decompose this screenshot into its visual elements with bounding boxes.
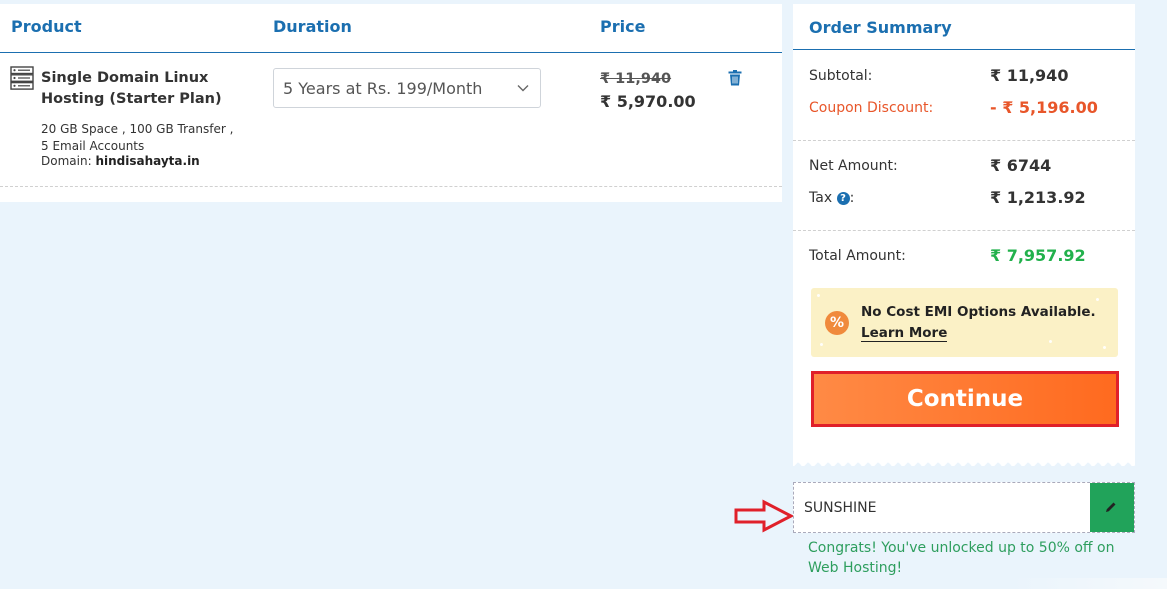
emi-text: No Cost EMI Options Available.: [861, 304, 1096, 320]
tax-label: Tax: [809, 190, 833, 206]
server-icon: [10, 66, 34, 90]
column-header-price: Price: [600, 17, 646, 36]
net-amount-label: Net Amount:: [809, 158, 898, 174]
column-header-duration: Duration: [273, 17, 352, 36]
current-price: ₹ 5,970.00: [600, 92, 696, 111]
learn-more-link[interactable]: Learn More: [861, 325, 948, 342]
percent-icon: %: [825, 311, 849, 335]
product-domain: Domain: hindisahayta.in: [41, 154, 200, 168]
subtotal-value: ₹ 11,940: [990, 66, 1069, 85]
continue-button[interactable]: Continue: [811, 371, 1119, 427]
chevron-down-icon: [517, 85, 529, 92]
product-specs: 20 GB Space , 100 GB Transfer , 5 Email …: [41, 121, 233, 154]
coupon-code-input[interactable]: [794, 483, 1090, 532]
total-amount-label: Total Amount:: [809, 248, 906, 264]
coupon-box: [793, 482, 1135, 533]
trash-icon[interactable]: [728, 70, 742, 86]
question-icon[interactable]: ?: [836, 192, 850, 205]
subtotal-label: Subtotal:: [809, 68, 873, 84]
tax-value: ₹ 1,213.92: [990, 188, 1086, 207]
order-summary-panel: Order Summary Subtotal: ₹ 11,940 Coupon …: [793, 4, 1135, 466]
corner-fade: [1010, 578, 1167, 589]
coupon-discount-value: - ₹ 5,196.00: [990, 98, 1098, 117]
duration-select[interactable]: 5 Years at Rs. 199/Month: [273, 68, 541, 108]
cart-header: Product Duration Price: [0, 4, 782, 53]
emi-banner: % No Cost EMI Options Available. Learn M…: [811, 288, 1118, 357]
column-header-product: Product: [11, 17, 82, 36]
domain-label: Domain:: [41, 154, 92, 168]
tax-label-colon: :: [849, 190, 855, 206]
original-price: ₹ 11,940: [600, 71, 672, 87]
cart-panel: Product Duration Price Single Domain Lin…: [0, 4, 782, 202]
duration-selected-value: 5 Years at Rs. 199/Month: [283, 79, 483, 98]
edit-coupon-button[interactable]: [1090, 483, 1134, 532]
tax-label-group: Tax ?:: [809, 190, 854, 206]
summary-divider: [793, 140, 1135, 141]
pencil-icon: [1106, 502, 1116, 512]
coupon-discount-label: Coupon Discount:: [809, 100, 934, 116]
order-summary-header: Order Summary: [793, 4, 1135, 50]
cart-item-row: Single Domain Linux Hosting (Starter Pla…: [0, 53, 782, 187]
coupon-success-message: Congrats! You've unlocked up to 50% off …: [808, 540, 1115, 576]
order-summary-title: Order Summary: [809, 18, 952, 37]
net-amount-value: ₹ 6744: [990, 156, 1052, 175]
total-amount-value: ₹ 7,957.92: [990, 246, 1086, 265]
product-specs-line-1: 20 GB Space , 100 GB Transfer ,: [41, 122, 234, 136]
arrow-right-icon: [734, 499, 794, 533]
domain-value: hindisahayta.in: [95, 154, 200, 168]
summary-divider: [793, 230, 1135, 231]
product-specs-line-2: 5 Email Accounts: [41, 138, 145, 153]
product-name: Single Domain Linux Hosting (Starter Pla…: [41, 70, 222, 107]
